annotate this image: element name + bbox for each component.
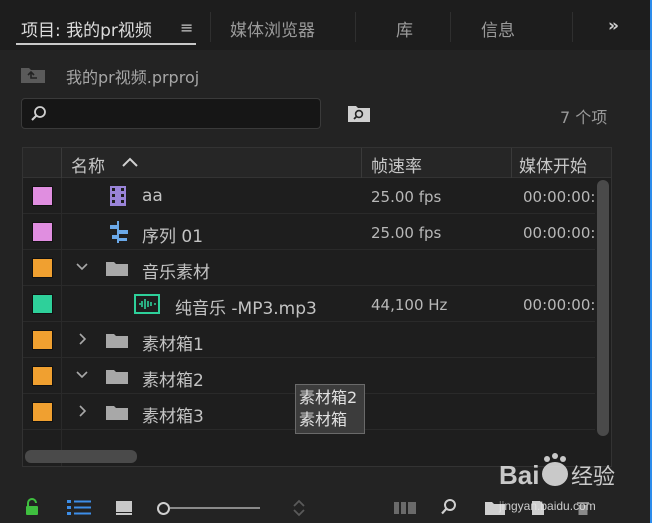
list-item[interactable]: 音乐素材 [23,250,595,286]
column-divider [511,148,512,178]
label-color-swatch[interactable] [32,294,53,314]
baidu-watermark: Bai 经验 jingyan.baidu.com [495,450,625,520]
chevron-down-icon[interactable] [75,368,89,382]
label-color-swatch[interactable] [32,186,53,206]
watermark-brand: Bai [499,460,539,490]
tab-divider [210,12,211,42]
item-name: 纯音乐 -MP3.mp3 [175,299,317,319]
column-header-media-start[interactable]: 媒体开始 [519,152,587,177]
item-frame-rate: 44,100 Hz [371,296,448,314]
tab-divider [355,12,356,42]
label-color-swatch[interactable] [32,258,53,278]
item-count: 7 个项 [560,108,608,127]
folder-icon [106,262,128,276]
lock-icon[interactable] [24,498,40,516]
icon-view-icon[interactable] [115,500,133,516]
column-header-name[interactable]: 名称 [71,152,105,177]
label-color-swatch[interactable] [32,222,53,242]
item-frame-rate: 25.00 fps [371,224,442,242]
horizontal-scrollbar[interactable] [25,450,137,463]
tab-divider [450,12,451,42]
zoom-slider-handle[interactable] [157,502,170,515]
video-clip-icon [110,186,126,206]
panel-menu-icon[interactable]: ≡ [180,18,193,37]
tab-libraries[interactable]: 库 [396,16,413,41]
sort-ascending-icon[interactable] [121,154,139,170]
item-media-start: 00:00:00: [523,224,596,242]
chevron-down-icon[interactable] [75,260,89,274]
project-file-name: 我的pr视频.prproj [66,68,200,87]
watermark-url: jingyan.baidu.com [498,499,596,513]
automate-to-sequence-icon[interactable] [393,500,417,516]
search-icon [31,106,46,121]
folder-up-icon[interactable] [20,64,46,84]
tooltip: 素材箱2 素材箱 [295,384,365,434]
watermark-brand-suffix: 经验 [571,465,615,490]
project-panel: 项目: 我的pr视频 ≡ 媒体浏览器 库 信息 » 我的pr视频.prproj … [0,0,652,523]
item-name: 素材箱2 [142,371,204,391]
list-item[interactable]: 纯音乐 -MP3.mp3 44,100 Hz 00:00:00: [23,286,595,322]
tooltip-type: 素材箱 [299,410,348,429]
baidu-logo-icon: Bai 经验 jingyan.baidu.com [498,453,615,513]
search-input[interactable] [54,102,314,126]
folder-icon [106,370,128,384]
sort-order-icon[interactable] [292,498,306,518]
item-name: 素材箱1 [142,335,204,355]
item-frame-rate: 25.00 fps [371,188,442,206]
item-name: 序列 01 [142,227,204,247]
search-box[interactable] [21,98,321,129]
tab-project[interactable]: 项目: 我的pr视频 [21,16,152,41]
list-item[interactable]: aa 25.00 fps 00:00:00: [23,178,595,214]
list-header: 名称 帧速率 媒体开始 [23,148,611,178]
label-color-swatch[interactable] [32,366,53,386]
column-header-frame-rate[interactable]: 帧速率 [371,152,422,177]
tab-media-browser[interactable]: 媒体浏览器 [230,16,315,41]
item-media-start: 00:00:00: [523,188,596,206]
label-color-swatch[interactable] [32,330,53,350]
vertical-scrollbar[interactable] [597,180,609,436]
list-item[interactable]: 序列 01 25.00 fps 00:00:00: [23,214,595,250]
tab-bar: 项目: 我的pr视频 ≡ 媒体浏览器 库 信息 » [0,0,650,50]
folder-icon [106,334,128,348]
column-divider [361,148,362,178]
tab-divider [572,12,573,42]
list-view-icon[interactable] [66,499,92,516]
chevron-right-icon[interactable] [75,332,89,346]
item-name: aa [142,186,163,206]
label-color-swatch[interactable] [32,402,53,422]
active-tab-indicator [16,43,196,45]
find-in-bin-icon[interactable] [347,103,371,123]
sequence-icon [110,221,128,243]
zoom-slider-track[interactable] [170,507,260,509]
tooltip-title: 素材箱2 [299,388,358,407]
tab-info[interactable]: 信息 [481,16,515,41]
audio-clip-icon [134,294,160,314]
tab-overflow-icon[interactable]: » [608,16,619,36]
chevron-right-icon[interactable] [75,404,89,418]
item-name: 素材箱3 [142,407,204,427]
list-item[interactable]: 素材箱1 [23,322,595,358]
item-media-start: 00:00:00: [523,296,596,314]
folder-icon [106,406,128,420]
item-name: 音乐素材 [142,263,210,283]
find-icon[interactable] [440,498,458,516]
column-divider [61,148,62,178]
